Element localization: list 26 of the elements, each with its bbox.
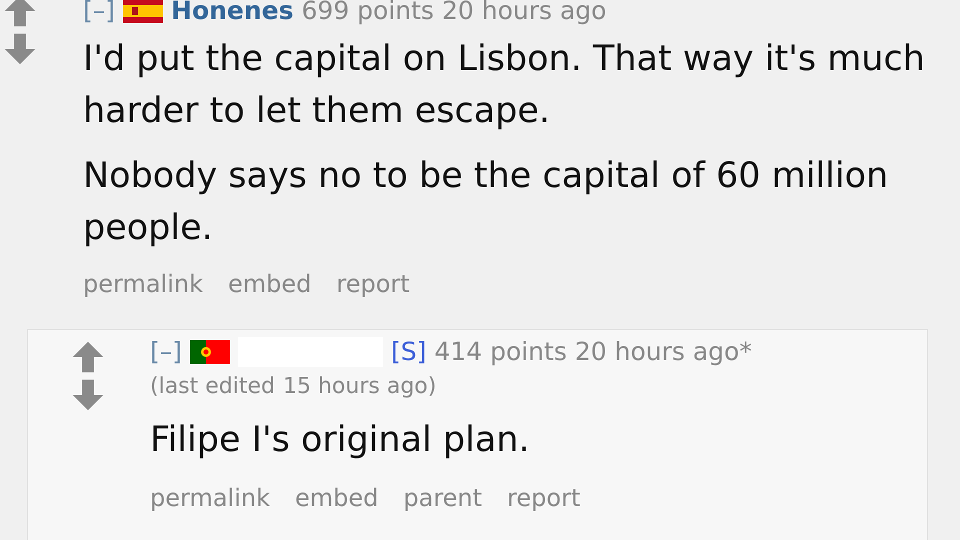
downvote-arrow-icon[interactable] xyxy=(70,378,106,412)
action-link[interactable]: report xyxy=(507,483,580,514)
upvote-arrow-icon[interactable] xyxy=(2,0,38,28)
action-link[interactable]: permalink xyxy=(150,483,270,514)
collapse-link[interactable]: [–] xyxy=(83,0,116,26)
downvote-arrow-icon[interactable] xyxy=(2,32,38,66)
comment-text: I'd put the capital on Lisbon. That way it's much harder to let them escape. xyxy=(83,38,926,134)
action-link[interactable]: embed xyxy=(294,483,378,514)
edited-note: (last edited xyxy=(150,374,275,400)
collapse-link[interactable]: [–] xyxy=(150,337,182,366)
upvote-arrow-icon[interactable] xyxy=(70,340,106,374)
comment-text: Nobody says no to be the capital of 60 million people. xyxy=(83,155,890,250)
action-link[interactable]: parent xyxy=(403,483,482,514)
flag-icon xyxy=(123,0,164,24)
comment-text: Filipe I's original plan. xyxy=(150,419,531,462)
action-link[interactable]: embed xyxy=(228,269,312,300)
timestamp: 20 hours ago xyxy=(442,0,606,26)
timestamp: 20 hours ago* xyxy=(574,337,752,366)
edited-note: 15 hours ago) xyxy=(283,374,436,400)
author-link[interactable]: Honenes xyxy=(171,0,294,26)
action-link[interactable]: permalink xyxy=(83,269,203,300)
submitter-link[interactable]: [S] xyxy=(391,337,426,366)
score-text: 699 points xyxy=(302,0,434,26)
score-text: 414 points xyxy=(434,337,567,366)
action-link[interactable]: report xyxy=(336,269,410,300)
flag-icon xyxy=(190,340,230,364)
